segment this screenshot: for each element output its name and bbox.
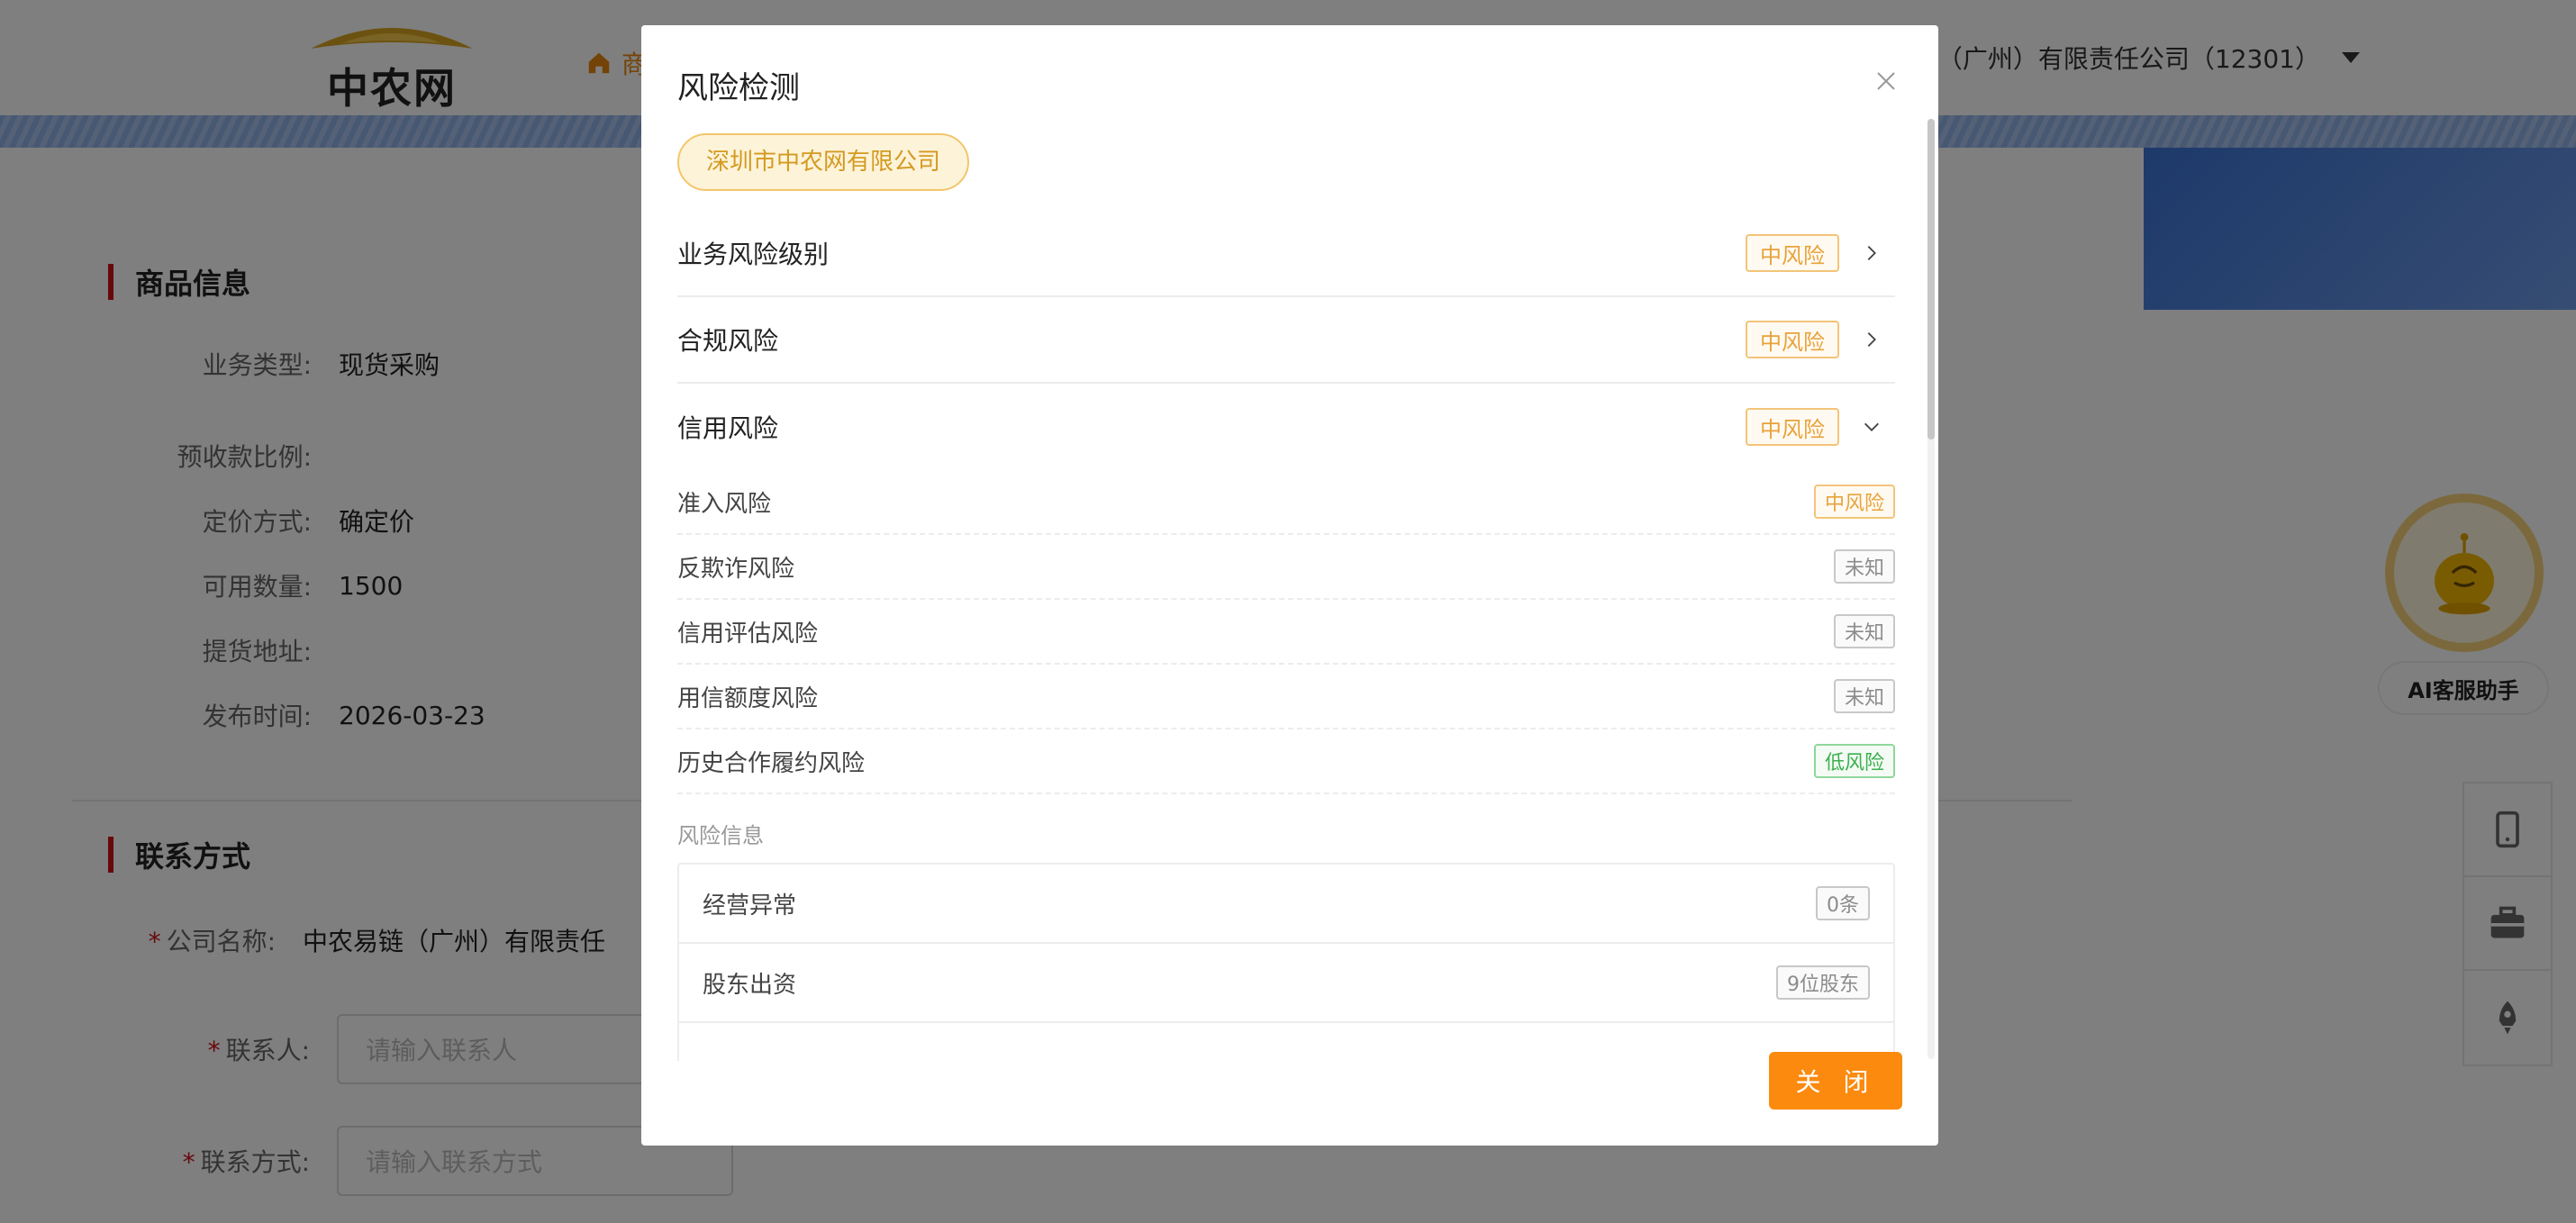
- risk-info-label: 股东出资: [703, 971, 797, 999]
- close-icon: [1877, 72, 1895, 90]
- risk-info-count: 0条: [1816, 886, 1870, 920]
- risk-row-business[interactable]: 业务风险级别 中风险: [677, 211, 1895, 297]
- credit-sub-row: 反欺诈风险 未知: [677, 535, 1895, 600]
- chevron-down-icon: [1861, 416, 1882, 438]
- risk-level-badge: 中风险: [1746, 408, 1839, 446]
- chevron-right-icon: [1861, 242, 1882, 264]
- company-pill: 深圳市中农网有限公司: [677, 133, 970, 191]
- risk-row-credit[interactable]: 信用风险 中风险: [677, 384, 1895, 470]
- risk-row-right: 中风险: [1746, 321, 1895, 358]
- modal-title: 风险检测: [677, 70, 800, 106]
- risk-info-count: 9位股东: [1776, 965, 1870, 1000]
- credit-sub-row: 准入风险 中风险: [677, 470, 1895, 535]
- risk-info-title: 风险信息: [677, 823, 764, 848]
- risk-level-badge: 未知: [1833, 679, 1895, 713]
- sub-row-label: 信用评估风险: [677, 620, 819, 648]
- credit-sub-row: 用信额度风险 未知: [677, 665, 1895, 729]
- risk-row-label: 信用风险: [677, 413, 779, 443]
- risk-info-row[interactable]: [679, 1023, 1893, 1061]
- modal-body: 深圳市中农网有限公司 业务风险级别 中风险 合规风险 中风险 信用风险 中风险 …: [677, 133, 1895, 1061]
- risk-info-label: 经营异常: [703, 892, 797, 920]
- risk-info-list: 经营异常 0条 股东出资 9位股东: [677, 863, 1895, 1061]
- credit-sub-row: 历史合作履约风险 低风险: [677, 729, 1895, 794]
- risk-level-badge: 未知: [1833, 614, 1895, 648]
- risk-detection-modal: 风险检测 深圳市中农网有限公司 业务风险级别 中风险 合规风险 中风险 信用风险…: [641, 25, 1938, 1146]
- modal-scrollbar[interactable]: [1927, 119, 1935, 1059]
- credit-sub-row: 信用评估风险 未知: [677, 600, 1895, 665]
- risk-row-right: 中风险: [1746, 408, 1895, 446]
- risk-level-badge: 未知: [1833, 549, 1895, 584]
- chevron-right-icon: [1861, 329, 1882, 350]
- sub-row-label: 反欺诈风险: [677, 555, 795, 583]
- risk-info-row[interactable]: 经营异常 0条: [679, 865, 1893, 944]
- risk-info-row[interactable]: 股东出资 9位股东: [679, 944, 1893, 1023]
- close-button[interactable]: 关 闭: [1769, 1052, 1902, 1110]
- sub-row-label: 准入风险: [677, 490, 772, 518]
- risk-level-badge: 中风险: [1746, 321, 1839, 358]
- risk-row-compliance[interactable]: 合规风险 中风险: [677, 297, 1895, 384]
- sub-row-label: 用信额度风险: [677, 684, 819, 712]
- risk-level-badge: 低风险: [1813, 744, 1895, 778]
- risk-level-badge: 中风险: [1813, 485, 1895, 519]
- risk-row-label: 业务风险级别: [677, 240, 830, 269]
- risk-row-label: 合规风险: [677, 326, 779, 356]
- modal-scrollbar-thumb[interactable]: [1927, 119, 1935, 439]
- risk-row-right: 中风险: [1746, 234, 1895, 272]
- sub-row-label: 历史合作履约风险: [677, 749, 866, 777]
- modal-close-button[interactable]: [1870, 65, 1902, 97]
- risk-level-badge: 中风险: [1746, 234, 1839, 272]
